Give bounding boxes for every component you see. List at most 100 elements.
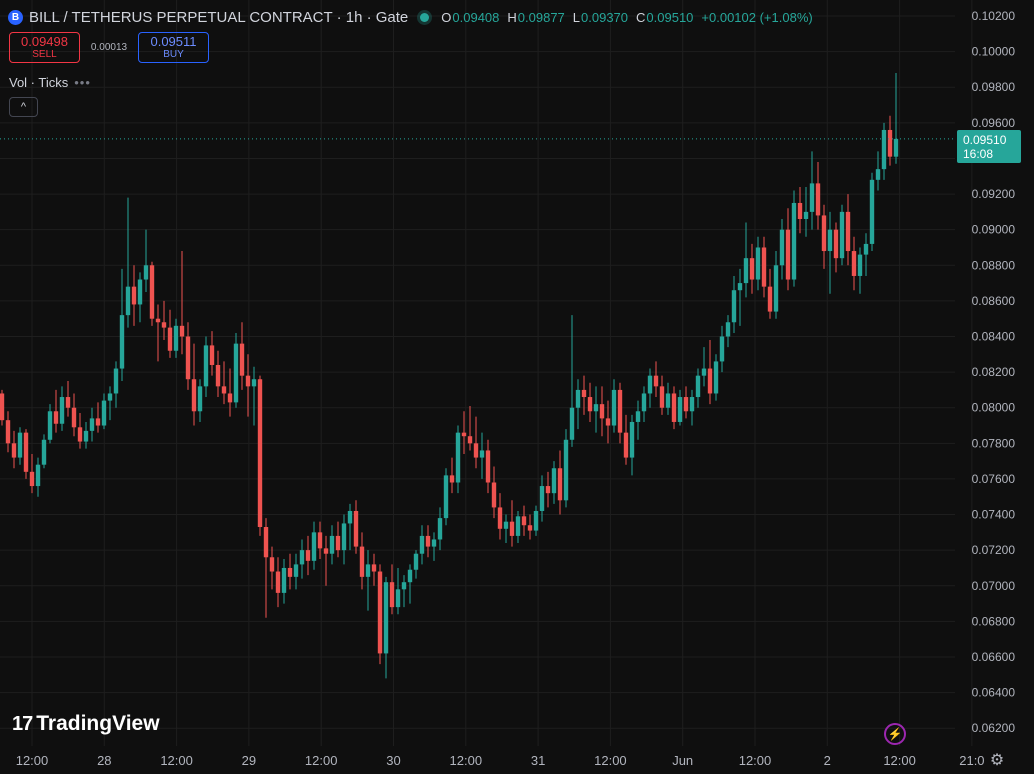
candle	[323, 535, 329, 586]
candle	[629, 414, 635, 476]
buy-button[interactable]: 0.09511 BUY	[138, 32, 209, 63]
candle	[281, 559, 287, 604]
spread-value: 0.00013	[90, 42, 128, 53]
time-tick-label: 30	[386, 753, 400, 768]
price-tick-label: 0.08000	[972, 401, 1016, 415]
candle	[719, 325, 725, 373]
candle	[581, 375, 587, 415]
candle	[371, 553, 377, 586]
candle	[179, 251, 185, 355]
candle	[503, 514, 509, 544]
candle	[731, 275, 737, 333]
trade-panel: 0.09498 SELL 0.00013 0.09511 BUY	[9, 32, 209, 63]
ohlc-values: O0.09408 H0.09877 L0.09370 C0.09510 +0.0…	[441, 10, 812, 25]
candle	[827, 211, 833, 294]
candle	[431, 532, 437, 561]
candle	[473, 416, 479, 469]
price-tick-label: 0.10000	[972, 45, 1016, 59]
candle	[875, 151, 881, 191]
candle	[863, 233, 869, 276]
candle	[353, 500, 359, 554]
price-tick-label: 0.06200	[972, 721, 1016, 735]
candle	[587, 382, 593, 422]
candle	[683, 386, 689, 419]
price-tick-label: 0.07000	[972, 579, 1016, 593]
candle	[83, 421, 89, 449]
candle	[47, 404, 53, 444]
collapse-legend-button[interactable]: ^	[9, 97, 38, 117]
candle	[275, 557, 281, 608]
candle	[665, 382, 671, 415]
candle	[443, 468, 449, 526]
candle	[65, 381, 71, 417]
candle	[347, 503, 353, 551]
ohlc-open: O0.09408	[441, 9, 500, 25]
candle	[413, 550, 419, 579]
candle	[623, 414, 629, 465]
price-tick-label: 0.08400	[972, 330, 1016, 344]
candle	[455, 425, 461, 494]
candle	[5, 411, 11, 453]
price-tick-label: 0.08800	[972, 258, 1016, 272]
candle	[761, 236, 767, 298]
candle	[89, 407, 95, 442]
candle	[611, 379, 617, 433]
price-tick-label: 0.06600	[972, 650, 1016, 664]
symbol-title[interactable]: BILL / TETHERUS PERPETUAL CONTRACT · 1h …	[29, 9, 408, 26]
candlestick-chart[interactable]: 0.102000.100000.098000.096000.094000.092…	[0, 0, 1034, 774]
last-price-value: 0.09510	[963, 132, 1007, 147]
candle	[311, 521, 317, 570]
candle	[725, 315, 731, 348]
time-tick-label: 12:00	[594, 753, 627, 768]
candle	[365, 550, 371, 611]
candle	[701, 347, 707, 387]
price-tick-label: 0.08600	[972, 294, 1016, 308]
buy-price: 0.09511	[150, 33, 197, 49]
candle	[635, 400, 641, 440]
candle	[29, 454, 35, 494]
candle	[743, 222, 749, 298]
candle	[137, 272, 143, 323]
chart-grid	[0, 0, 973, 746]
candle	[557, 450, 563, 515]
time-tick-label: 31	[531, 753, 545, 768]
candle	[101, 393, 107, 430]
bolt-icon[interactable]: ⚡	[884, 723, 906, 745]
time-tick-label: 21:0	[959, 753, 984, 768]
gear-icon[interactable]: ⚙	[988, 751, 1006, 769]
candle	[107, 386, 113, 421]
candle	[815, 162, 821, 230]
price-tick-label: 0.06800	[972, 614, 1016, 628]
candle	[185, 322, 191, 390]
candle	[149, 261, 155, 326]
candle	[527, 514, 533, 540]
time-tick-label: 12:00	[450, 753, 483, 768]
candle	[695, 368, 701, 408]
volume-indicator-label: Vol · Ticks	[9, 75, 69, 90]
candle	[671, 386, 677, 430]
tradingview-logo[interactable]: 17 TradingView	[12, 712, 160, 736]
candle	[203, 336, 209, 398]
chevron-up-icon: ^	[20, 101, 27, 113]
candle	[407, 564, 413, 604]
candle	[485, 439, 491, 494]
candle	[197, 379, 203, 422]
candle	[563, 429, 569, 508]
candle	[233, 332, 239, 408]
candle	[575, 379, 581, 430]
candle	[191, 343, 197, 426]
candle	[293, 553, 299, 590]
symbol-logo-icon[interactable]: B	[8, 9, 23, 25]
candle	[641, 386, 647, 422]
candle	[785, 208, 791, 291]
candle	[491, 466, 497, 519]
time-tick-label: 29	[242, 753, 256, 768]
candles-layer	[0, 72, 899, 679]
more-options-icon[interactable]: •••	[74, 75, 91, 90]
time-tick-label: 12:00	[883, 753, 916, 768]
candle	[449, 457, 455, 494]
sell-button[interactable]: 0.09498 SELL	[9, 32, 80, 63]
candle	[35, 457, 41, 497]
candle	[221, 361, 227, 405]
volume-indicator[interactable]: Vol · Ticks •••	[9, 75, 91, 90]
